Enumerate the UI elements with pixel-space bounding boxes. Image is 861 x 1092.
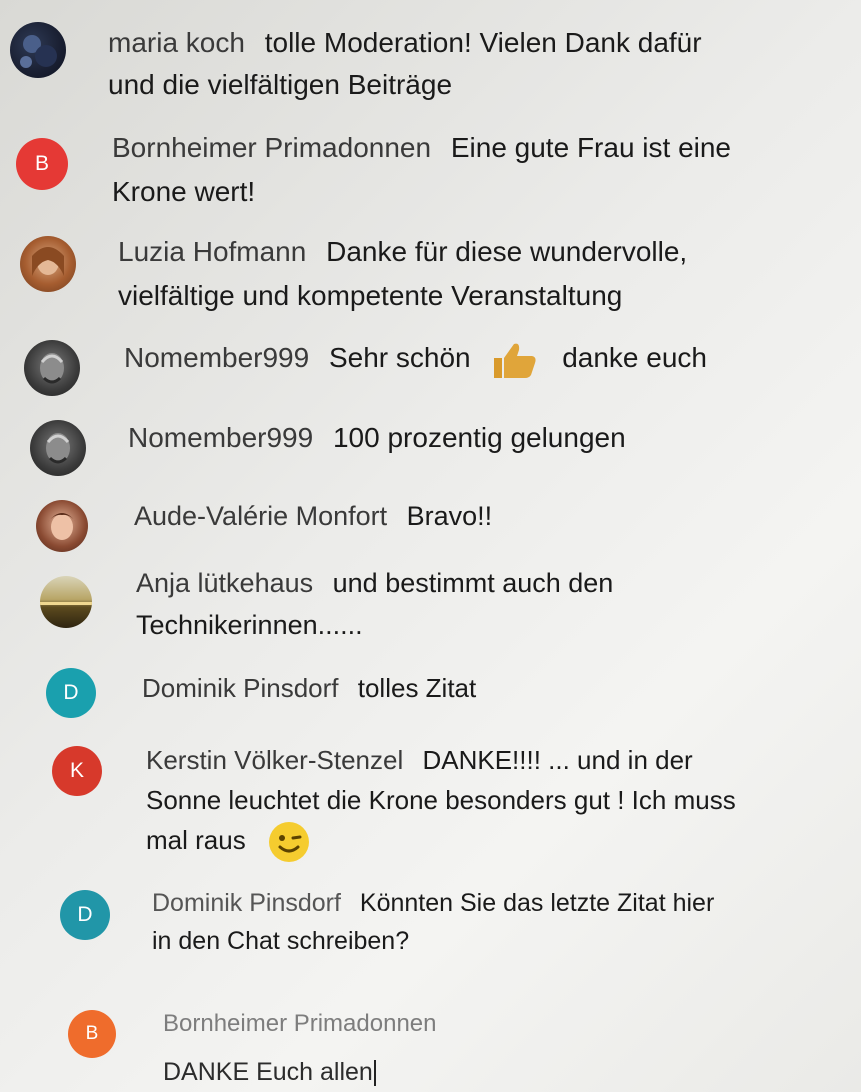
avatar-letter: B [85,1023,99,1044]
avatar-photo [46,433,70,464]
winking-face-icon [268,822,309,863]
chat-text: tolle Moderation! Vielen Dank dafür [264,27,702,58]
chat-input-area: B Bornheimer Primadonnen DANKE Euch alle… [68,1010,436,1087]
chat-author[interactable]: Dominik Pinsdorf [152,889,341,917]
chat-author[interactable]: Nomember999 [124,342,309,373]
avatar-photo [32,247,64,276]
chat-text: in den Chat schreiben? [152,927,410,955]
chat-message: Luzia Hofmann Danke für diese wundervoll… [20,236,861,318]
chat-text: mal raus [146,825,246,855]
avatar-letter: D [63,681,79,704]
avatar-photo [40,353,64,384]
chat-text: und bestimmt auch den [332,568,614,598]
chat-message-body: Aude-Valérie Monfort Bravo!! [134,494,854,538]
chat-text: DANKE!!!! ... und in der [422,745,693,775]
chat-text: danke euch [562,342,707,373]
avatar-photo [48,513,76,540]
chat-message: D Dominik Pinsdorf Könnten Sie das letzt… [60,889,861,960]
chat-message-body: maria koch tolle Moderation! Vielen Dank… [108,22,861,106]
avatar[interactable]: K [52,746,102,796]
chat-author[interactable]: Aude-Valérie Monfort [134,501,387,531]
chat-text: Krone wert! [112,176,256,207]
chat-author[interactable]: maria koch [108,27,245,58]
text-caret [373,1060,376,1087]
thumbs-up-icon [494,343,536,378]
chat-message: Nomember999 100 prozentig gelungen [30,420,861,476]
chat-author[interactable]: Dominik Pinsdorf [142,673,339,703]
chat-message-body: Kerstin Völker-Stenzel DANKE!!!! ... und… [146,740,861,864]
avatar-letter: D [77,903,93,926]
chat-message: B Bornheimer Primadonnen Eine gute Frau … [16,132,861,214]
chat-message: Aude-Valérie Monfort Bravo!! [36,500,854,552]
chat-text: Technikerinnen...... [136,610,363,640]
avatar[interactable]: D [60,890,110,940]
chat-message: maria koch tolle Moderation! Vielen Dank… [10,22,861,106]
avatar-letter: B [34,152,49,175]
chat-text: und die vielfältigen Beiträge [108,69,453,100]
chat-text: tolles Zitat [357,673,477,703]
chat-message-body: Anja lütkehaus und bestimmt auch den Tec… [136,562,856,646]
chat-message-body: Luzia Hofmann Danke für diese wundervoll… [118,230,861,318]
avatar[interactable] [10,22,66,78]
chat-author[interactable]: Luzia Hofmann [118,236,306,267]
live-chat-list: maria koch tolle Moderation! Vielen Dank… [0,0,861,1092]
avatar-letter: K [69,759,84,782]
chat-message: Anja lütkehaus und bestimmt auch den Tec… [40,568,856,646]
avatar: B [68,1010,116,1058]
input-author-name: Bornheimer Primadonnen [163,1010,437,1037]
chat-author[interactable]: Kerstin Völker-Stenzel [146,745,403,775]
avatar[interactable] [30,420,86,476]
avatar[interactable]: B [16,138,68,190]
avatar[interactable]: D [46,668,96,718]
chat-message-body: Bornheimer Primadonnen Eine gute Frau is… [112,126,861,214]
avatar-photo [40,602,92,605]
avatar[interactable] [40,576,92,628]
chat-text: Sonne leuchtet die Krone besonders gut !… [146,785,736,815]
chat-message: D Dominik Pinsdorf tolles Zitat [46,668,842,718]
chat-text: Sehr schön [328,342,471,373]
chat-text: vielfältige und kompetente Veranstaltung [118,280,623,311]
chat-author[interactable]: Bornheimer Primadonnen [112,132,431,163]
chat-message: K Kerstin Völker-Stenzel DANKE!!!! ... u… [52,745,861,864]
chat-author[interactable]: Nomember999 [128,422,313,453]
chat-message-body: Dominik Pinsdorf Könnten Sie das letzte … [152,884,861,960]
chat-message-input[interactable]: DANKE Euch allen [163,1058,376,1087]
chat-text: Könnten Sie das letzte Zitat hier [359,889,715,917]
chat-message-body: Nomember999 100 prozentig gelungen [128,416,861,460]
chat-input-value: DANKE Euch allen [163,1058,373,1086]
chat-message-body: Nomember999 Sehr schön danke euch [124,336,861,380]
chat-message-body: Dominik Pinsdorf tolles Zitat [142,666,842,710]
chat-text: 100 prozentig gelungen [332,422,626,453]
chat-text: Eine gute Frau ist eine [450,132,732,163]
avatar[interactable] [36,500,88,552]
chat-text: Bravo!! [406,501,493,531]
avatar[interactable] [24,340,80,396]
chat-text: Danke für diese wundervolle, [326,236,688,267]
chat-author[interactable]: Anja lütkehaus [136,568,313,598]
avatar[interactable] [20,236,76,292]
chat-message: Nomember999 Sehr schön danke euch [24,340,861,396]
avatar-photo [20,35,57,68]
